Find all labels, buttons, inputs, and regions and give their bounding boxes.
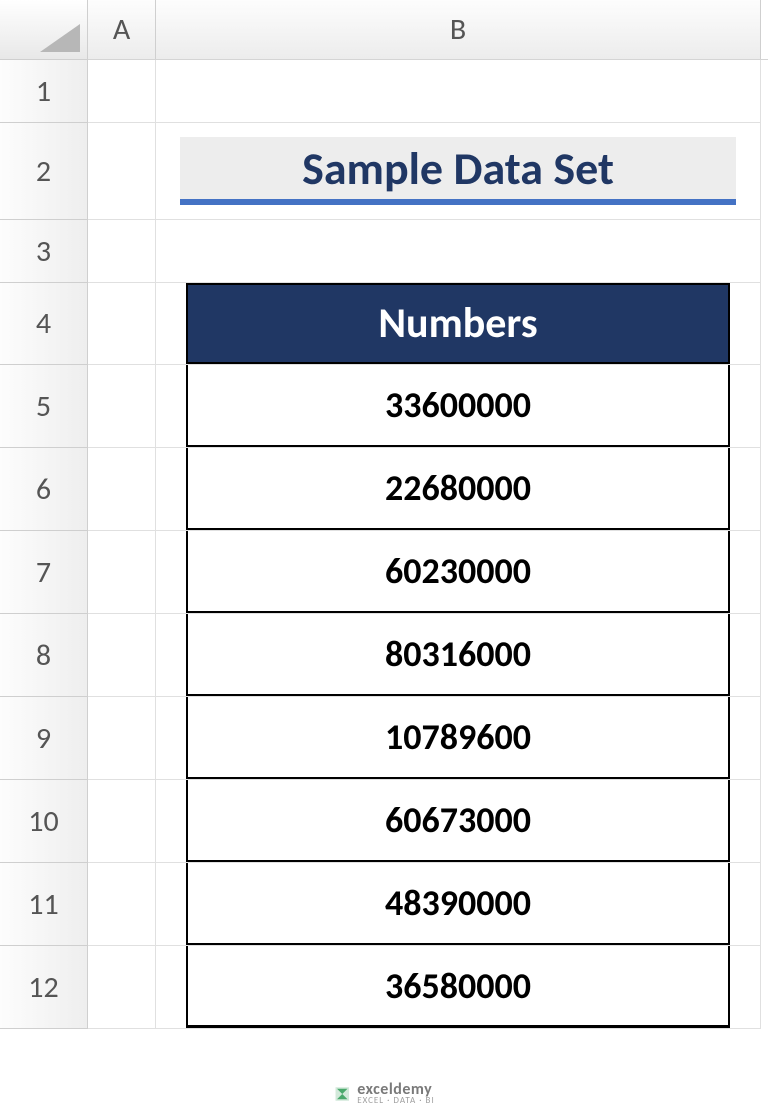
cell-A5[interactable] [88,365,156,448]
spreadsheet-grid: A B 1 2 Sample Data Set 3 4 Numbers 5 33… [0,0,768,1029]
row-3: 3 [0,220,768,283]
table-row: 60673000 [186,780,730,862]
row-header-9[interactable]: 9 [0,697,88,780]
row-11: 11 48390000 [0,863,768,946]
cell-B6[interactable]: 22680000 [156,448,761,531]
row-header-3[interactable]: 3 [0,220,88,283]
table-row: 48390000 [186,863,730,945]
cell-A7[interactable] [88,531,156,614]
cell-B5[interactable]: 33600000 [156,365,761,448]
cell-B7[interactable]: 60230000 [156,531,761,614]
cell-B3[interactable] [156,220,761,283]
cell-B10[interactable]: 60673000 [156,780,761,863]
row-7: 7 60230000 [0,531,768,614]
column-header-A[interactable]: A [88,0,156,59]
row-header-10[interactable]: 10 [0,780,88,863]
row-1: 1 [0,60,768,123]
cell-A1[interactable] [88,60,156,123]
row-12: 12 36580000 [0,946,768,1029]
cell-B11[interactable]: 48390000 [156,863,761,946]
watermark-sub: EXCEL · DATA · BI [357,1096,434,1105]
row-header-2[interactable]: 2 [0,123,88,220]
cell-A12[interactable] [88,946,156,1029]
cell-A11[interactable] [88,863,156,946]
cell-A8[interactable] [88,614,156,697]
row-2: 2 Sample Data Set [0,123,768,220]
row-header-11[interactable]: 11 [0,863,88,946]
cell-B2[interactable]: Sample Data Set [156,123,761,220]
cell-B9[interactable]: 10789600 [156,697,761,780]
row-header-7[interactable]: 7 [0,531,88,614]
row-header-12[interactable]: 12 [0,946,88,1029]
row-header-1[interactable]: 1 [0,60,88,123]
cell-A10[interactable] [88,780,156,863]
watermark-icon [333,1085,351,1103]
cell-B1[interactable] [156,60,761,123]
table-row: 10789600 [186,697,730,779]
row-8: 8 80316000 [0,614,768,697]
row-header-4[interactable]: 4 [0,283,88,365]
cell-A9[interactable] [88,697,156,780]
cell-B4[interactable]: Numbers [156,283,761,365]
table-row: 22680000 [186,448,730,530]
cell-A2[interactable] [88,123,156,220]
row-header-5[interactable]: 5 [0,365,88,448]
row-4: 4 Numbers [0,283,768,365]
watermark: exceldemy EXCEL · DATA · BI [333,1082,434,1105]
cell-A4[interactable] [88,283,156,365]
row-header-6[interactable]: 6 [0,448,88,531]
cell-A3[interactable] [88,220,156,283]
row-5: 5 33600000 [0,365,768,448]
row-10: 10 60673000 [0,780,768,863]
column-headers-row: A B [0,0,768,60]
cell-B12[interactable]: 36580000 [156,946,761,1029]
row-6: 6 22680000 [0,448,768,531]
row-9: 9 10789600 [0,697,768,780]
table-row: 36580000 [186,946,730,1028]
column-header-B[interactable]: B [156,0,761,59]
cell-A6[interactable] [88,448,156,531]
table-row: 60230000 [186,531,730,613]
row-header-8[interactable]: 8 [0,614,88,697]
table-header-numbers: Numbers [186,283,730,364]
table-row: 80316000 [186,614,730,696]
table-row: 33600000 [186,365,730,447]
sheet-title: Sample Data Set [180,137,736,205]
select-all-corner[interactable] [0,0,88,60]
cell-B8[interactable]: 80316000 [156,614,761,697]
